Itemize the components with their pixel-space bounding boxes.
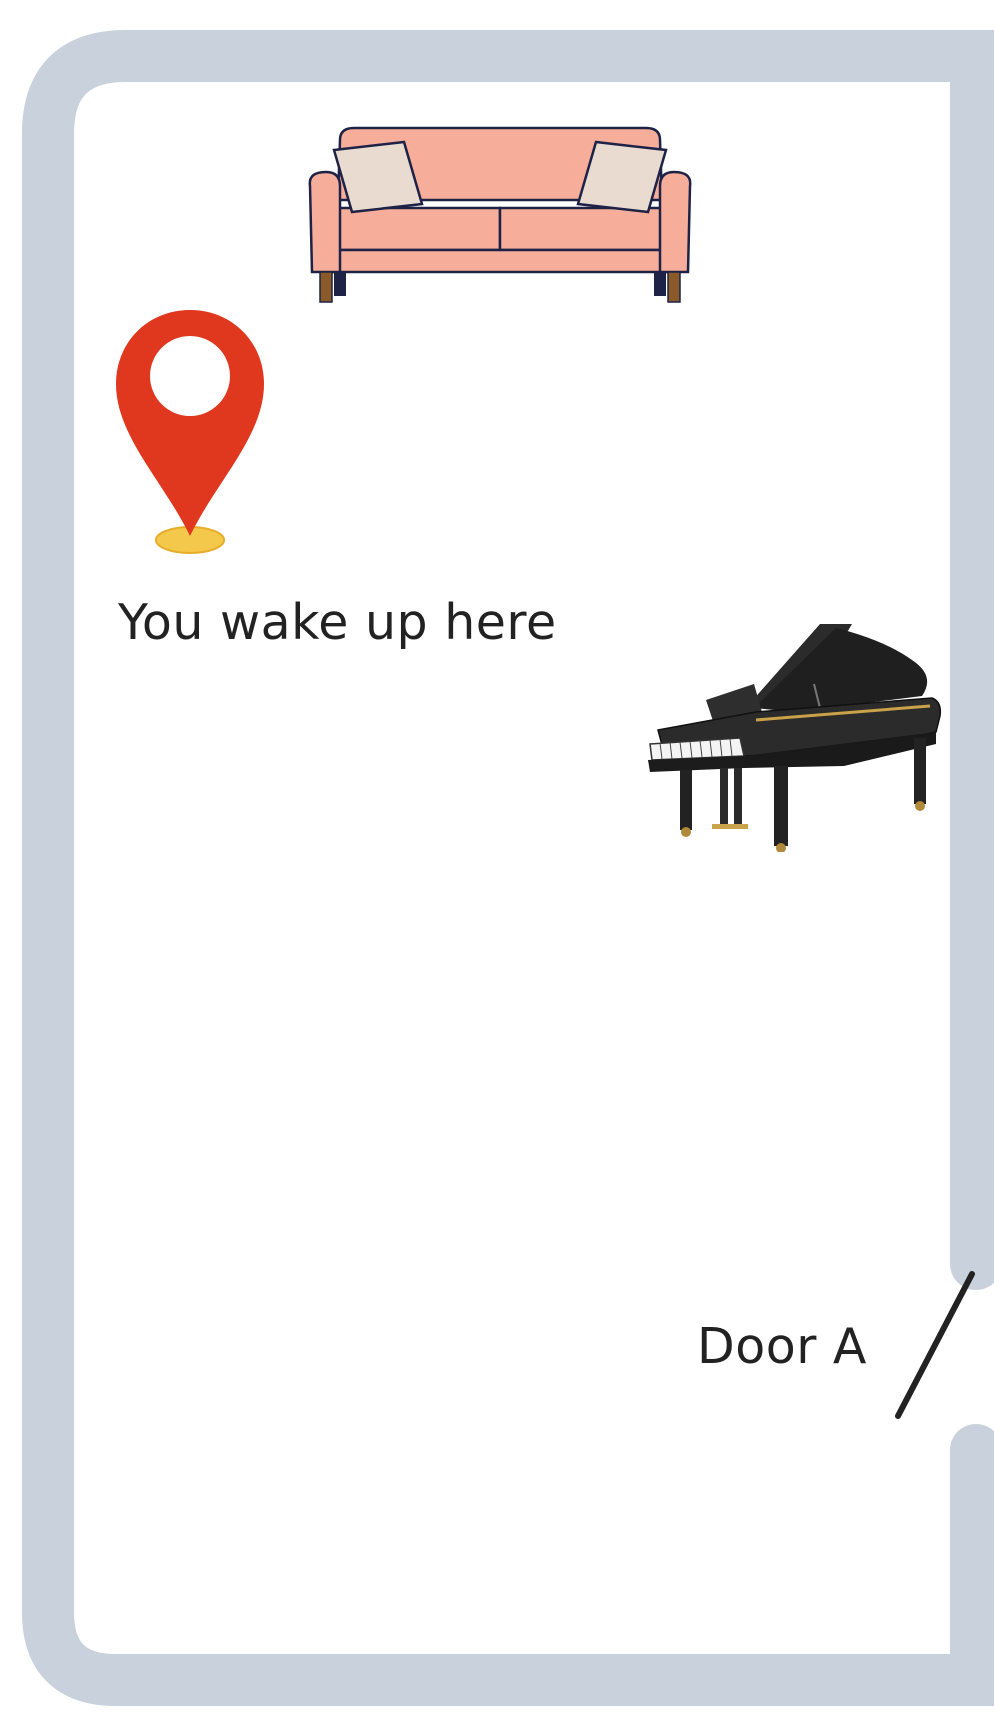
wake-up-label: You wake up here <box>118 594 557 651</box>
sofa-icon <box>308 126 692 303</box>
map-pin-icon <box>116 310 264 554</box>
door-swing-icon <box>895 1271 975 1419</box>
grand-piano-icon <box>648 624 942 852</box>
room-map: You wake up here Door A <box>0 0 994 1722</box>
door-a-label: Door A <box>697 1318 867 1375</box>
